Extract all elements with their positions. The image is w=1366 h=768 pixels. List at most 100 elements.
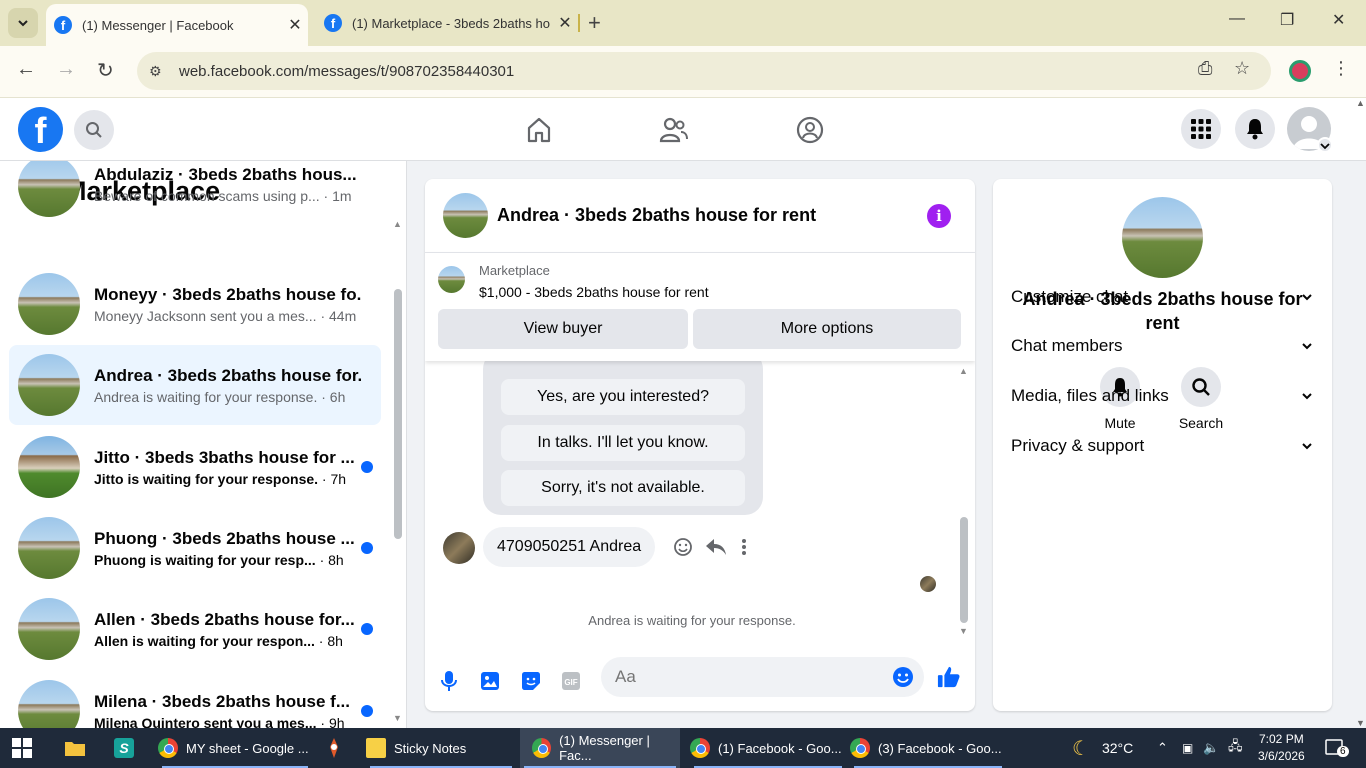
notifications-button[interactable] xyxy=(1235,109,1275,149)
taskbar-item-mysheet[interactable]: MY sheet - Google ... xyxy=(158,728,312,768)
view-buyer-button[interactable]: View buyer xyxy=(438,309,688,349)
taskbar-item-facebook-1[interactable]: (1) Facebook - Goo... xyxy=(690,728,846,768)
home-nav-button[interactable] xyxy=(521,112,557,148)
listing-thumbnail[interactable] xyxy=(438,266,465,293)
conversation-item[interactable]: Jitto · 3beds 3baths house for ... Jitto … xyxy=(9,427,381,507)
chat-scrollbar[interactable] xyxy=(960,517,968,623)
conversation-name: Abdulaziz · 3beds 2baths hous... xyxy=(94,165,357,184)
photo-icon[interactable] xyxy=(478,669,502,693)
browser-tab-messenger[interactable]: f (1) Messenger | Facebook ✕ xyxy=(46,4,308,46)
thumbs-up-icon[interactable] xyxy=(937,665,961,689)
scroll-down-icon[interactable]: ▼ xyxy=(393,713,402,723)
conversation-text: Abdulaziz · 3beds 2baths hous... Beware o… xyxy=(94,165,361,204)
menu-button[interactable] xyxy=(1181,109,1221,149)
chevron-down-icon xyxy=(1302,343,1312,350)
emoji-icon[interactable] xyxy=(892,666,914,693)
microphone-icon[interactable] xyxy=(437,669,461,693)
volume-icon[interactable]: 🔈 xyxy=(1203,728,1219,768)
page-scrollbar[interactable]: ▲ ▼ xyxy=(1354,98,1366,728)
account-chevron-icon[interactable] xyxy=(1317,137,1333,153)
close-tab-icon[interactable]: ✕ xyxy=(552,13,578,33)
tab-search-button[interactable] xyxy=(8,8,38,38)
listing-title[interactable]: $1,000 - 3beds 2baths house for rent xyxy=(479,284,709,300)
conversation-item[interactable]: Andrea · 3beds 2baths house for... Andrea… xyxy=(9,345,381,425)
chat-avatar[interactable] xyxy=(443,193,488,238)
gif-icon[interactable]: GIF xyxy=(559,669,583,693)
quick-reply-not-available[interactable]: Sorry, it's not available. xyxy=(501,470,745,506)
install-app-icon[interactable]: ⎙ xyxy=(1198,58,1212,79)
scroll-up-icon[interactable]: ▲ xyxy=(393,219,402,229)
status-text: Andrea is waiting for your response. xyxy=(588,613,796,628)
snippet-time: · 8h xyxy=(314,632,343,649)
restore-icon[interactable]: ❐ xyxy=(1280,10,1294,30)
new-tab-icon[interactable]: + xyxy=(588,10,601,36)
quick-reply-yes[interactable]: Yes, are you interested? xyxy=(501,379,745,415)
taskbar-label: Sticky Notes xyxy=(394,740,467,756)
browser-tab-marketplace[interactable]: f (1) Marketplace - 3beds 2baths ho ✕ xyxy=(316,4,578,42)
file-explorer-icon[interactable] xyxy=(64,728,86,768)
left-scrollbar[interactable] xyxy=(394,289,402,539)
conversation-snippet: Jitto is waiting for your response. · 7h xyxy=(94,471,361,487)
conversation-item[interactable]: Allen · 3beds 2baths house for... Allen i… xyxy=(9,589,381,669)
taskbar-label: (1) Messenger | Fac... xyxy=(559,733,650,763)
profile-avatar[interactable] xyxy=(1122,197,1203,278)
weather-widget[interactable]: ☾ 32°C xyxy=(1072,728,1133,768)
address-bar[interactable]: ⚙ web.facebook.com/messages/t/9087023584… xyxy=(137,52,1271,90)
conversation-item[interactable]: Abdulaziz · 3beds 2baths hous... Beware o… xyxy=(9,161,381,233)
info-section-row[interactable]: Chat members xyxy=(1011,328,1313,364)
back-icon[interactable]: ← xyxy=(16,58,36,81)
browser-menu-icon[interactable]: ⋮ xyxy=(1332,58,1350,79)
search-button[interactable] xyxy=(74,110,114,150)
message-bubble[interactable]: 4709050251 Andrea xyxy=(483,527,656,567)
start-button[interactable] xyxy=(12,728,32,768)
system-clock[interactable]: 7:02 PM 3/6/2026 xyxy=(1258,731,1305,765)
snippet-time: · 7h xyxy=(318,470,347,487)
site-info-icon[interactable]: ⚙ xyxy=(149,63,169,80)
taskbar-item-facebook-3[interactable]: (3) Facebook - Goo... xyxy=(850,728,1006,768)
app-s-icon[interactable]: S xyxy=(114,728,134,768)
grid-menu-icon xyxy=(1191,119,1211,139)
reload-icon[interactable]: ↻ xyxy=(97,58,114,83)
forward-icon[interactable]: → xyxy=(56,58,76,81)
conversation-item[interactable]: Milena · 3beds 2baths house f... Milena Q… xyxy=(9,671,381,728)
more-options-button[interactable]: More options xyxy=(693,309,961,349)
browser-profile-icon[interactable] xyxy=(1289,60,1311,82)
info-section-row[interactable]: Customize chat xyxy=(1011,279,1313,315)
taskbar-item-sticky-notes[interactable]: Sticky Notes xyxy=(366,728,516,768)
message-input[interactable] xyxy=(615,657,875,697)
bookmark-star-icon[interactable]: ☆ xyxy=(1234,58,1250,79)
app-tool-icon[interactable] xyxy=(324,728,344,768)
minimize-icon[interactable]: — xyxy=(1229,10,1245,28)
tray-device-icon[interactable]: ▣ xyxy=(1182,728,1193,768)
quick-reply-in-talks[interactable]: In talks. I'll let you know. xyxy=(501,425,745,461)
browser-tab-strip: f (1) Messenger | Facebook ✕ f (1) Marke… xyxy=(0,0,1366,46)
tray-chevron-icon[interactable]: ⌃ xyxy=(1157,728,1168,768)
conversation-item[interactable]: Phuong · 3beds 2baths house ... Phuong is… xyxy=(9,508,381,588)
chrome-icon xyxy=(850,738,870,758)
chat-scroll-down-icon[interactable]: ▼ xyxy=(959,626,968,636)
info-section-row[interactable]: Media, files and links xyxy=(1011,378,1313,414)
friends-nav-button[interactable] xyxy=(656,112,692,148)
info-icon[interactable]: i xyxy=(927,204,951,228)
sender-avatar[interactable] xyxy=(443,532,475,564)
taskbar-item-messenger[interactable]: (1) Messenger | Fac... xyxy=(520,728,680,768)
conversation-item[interactable]: Moneyy · 3beds 2baths house fo... Moneyy … xyxy=(9,264,381,344)
info-section-row[interactable]: Privacy & support xyxy=(1011,428,1313,464)
more-vertical-icon[interactable] xyxy=(739,537,749,557)
groups-nav-button[interactable] xyxy=(792,112,828,148)
react-emoji-icon[interactable] xyxy=(673,537,693,557)
section-label: Privacy & support xyxy=(1011,436,1145,455)
windows-taskbar: S MY sheet - Google ... Sticky Notes (1)… xyxy=(0,728,1366,768)
facebook-logo-icon[interactable]: f xyxy=(18,107,63,152)
facebook-header: f xyxy=(0,98,1366,161)
message-thread: Yes, are you interested? In talks. I'll … xyxy=(425,351,975,641)
chat-title[interactable]: Andrea · 3beds 2baths house for rent xyxy=(497,205,816,226)
close-tab-icon[interactable]: ✕ xyxy=(282,15,308,35)
network-icon[interactable]: 🖧 xyxy=(1228,728,1243,768)
reply-icon[interactable] xyxy=(705,537,727,557)
sticker-icon[interactable] xyxy=(519,669,543,693)
notification-center-icon[interactable]: 6 xyxy=(1325,728,1349,768)
notification-count: 6 xyxy=(1337,746,1349,757)
close-window-icon[interactable]: ✕ xyxy=(1332,10,1345,30)
chat-scroll-up-icon[interactable]: ▲ xyxy=(959,366,968,376)
